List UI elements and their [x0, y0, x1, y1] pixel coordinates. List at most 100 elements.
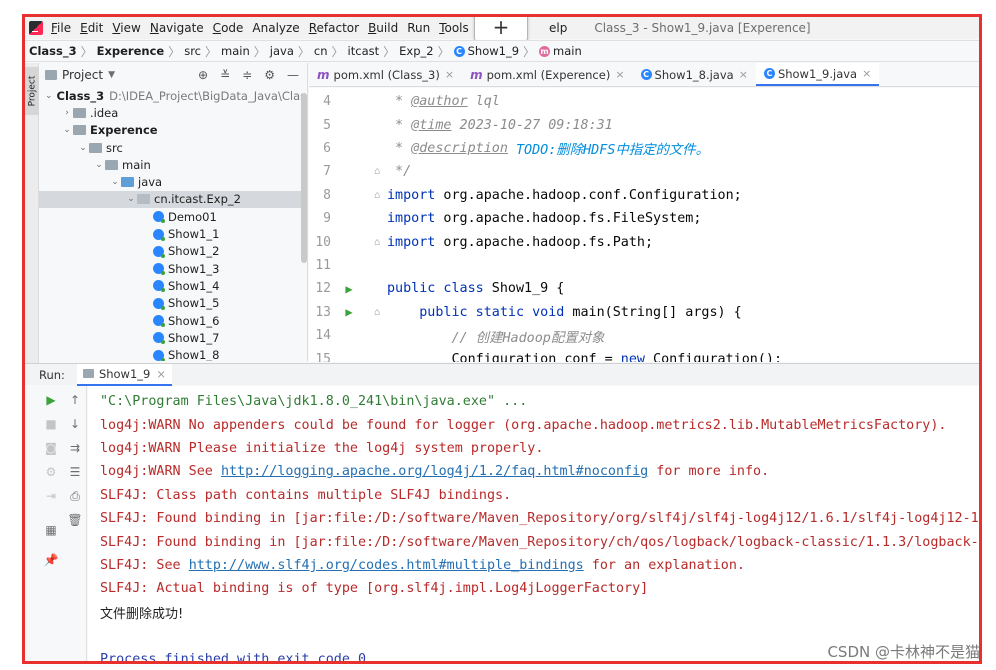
- editor-tab[interactable]: m pom.xml (Experence) ×: [462, 63, 632, 86]
- tree-item[interactable]: Show1_1: [39, 225, 307, 242]
- menu-item[interactable]: Build: [368, 21, 398, 35]
- tree-item[interactable]: Show1_6: [39, 312, 307, 329]
- line-number: 6: [323, 140, 331, 156]
- login-icon[interactable]: ⇥: [43, 488, 59, 504]
- console-text: SLF4J: Found binding in [jar:file:/D:/so…: [100, 534, 979, 550]
- chevron-down-icon[interactable]: ⌄: [93, 160, 105, 170]
- fold-icon[interactable]: ⌂: [367, 190, 387, 201]
- tree-item[interactable]: Demo01: [39, 208, 307, 225]
- arrow-down-icon[interactable]: ↓: [67, 416, 83, 432]
- tree-item[interactable]: ⌄ Class_3 D:\IDEA_Project\BigData_Java\Cla…: [39, 87, 307, 104]
- chevron-down-icon[interactable]: ⌄: [109, 177, 121, 187]
- menu-item[interactable]: Code: [213, 21, 244, 35]
- tree-item[interactable]: Show1_7: [39, 329, 307, 346]
- run-gutter-icon[interactable]: ▶: [331, 305, 367, 319]
- locate-target-icon[interactable]: ⊕: [198, 68, 208, 82]
- console-line: SLF4J: Found binding in [jar:file:/D:/so…: [100, 507, 979, 530]
- code-editor[interactable]: 4 * @author lql 5 * @time 2023-10-27 09:1…: [309, 88, 979, 362]
- menu-item[interactable]: Edit: [80, 21, 103, 35]
- run-tab-label: Show1_9: [98, 366, 151, 381]
- tree-item[interactable]: Show1_4: [39, 277, 307, 294]
- chevron-right-icon[interactable]: ›: [61, 108, 73, 118]
- trash-icon[interactable]: 🗑: [67, 512, 83, 528]
- breadcrumb-item[interactable]: Exp_2: [399, 44, 433, 58]
- editor-tab[interactable]: m pom.xml (Class_3) ×: [309, 63, 462, 86]
- project-panel-title[interactable]: Project: [62, 68, 103, 82]
- close-icon[interactable]: ×: [445, 68, 454, 81]
- tree-item[interactable]: › .idea: [39, 104, 307, 121]
- chevron-down-icon[interactable]: ⌄: [61, 125, 73, 135]
- tree-item[interactable]: Show1_2: [39, 243, 307, 260]
- tree-item[interactable]: Show1_8: [39, 346, 307, 361]
- breadcrumb-item[interactable]: itcast: [348, 44, 380, 58]
- gear-icon[interactable]: ⚙: [264, 68, 275, 82]
- tree-item[interactable]: ⌄ Experence: [39, 122, 307, 139]
- fold-icon[interactable]: ⌂: [367, 166, 387, 177]
- maven-icon: m: [317, 67, 330, 82]
- run-tab-show1-9[interactable]: Show1_9 ×: [76, 363, 172, 386]
- close-icon[interactable]: ×: [156, 367, 166, 381]
- breadcrumb-item[interactable]: src: [184, 44, 201, 58]
- soft-wrap-icon[interactable]: ⇉: [67, 440, 83, 456]
- close-icon[interactable]: ×: [862, 67, 871, 80]
- menu-item[interactable]: Run: [407, 21, 430, 35]
- menu-item[interactable]: Analyze: [252, 21, 299, 35]
- new-tab-button[interactable]: +: [474, 17, 528, 42]
- tree-item[interactable]: Show1_3: [39, 260, 307, 277]
- fold-icon[interactable]: ⌂: [367, 307, 387, 318]
- menu-item[interactable]: Tools: [439, 21, 469, 35]
- code-token: Configuration();: [644, 351, 783, 362]
- console-text: "C:\Program Files\Java\jdk1.8.0_241\bin\…: [100, 394, 528, 410]
- editor-tab[interactable]: C Show1_8.java ×: [633, 63, 756, 86]
- expand-all-icon[interactable]: ≚: [220, 68, 230, 82]
- pin-icon[interactable]: 📌: [43, 552, 59, 568]
- console-link[interactable]: http://logging.apache.org/log4j/1.2/faq.…: [221, 464, 648, 479]
- chevron-down-icon[interactable]: ⌄: [45, 91, 53, 101]
- scroll-to-end-icon[interactable]: ☰: [67, 464, 83, 480]
- menu-item[interactable]: View: [112, 21, 140, 35]
- settings-icon[interactable]: ⚙: [43, 464, 59, 480]
- breadcrumb-item[interactable]: Class_3: [29, 44, 77, 58]
- breadcrumb-item[interactable]: cn: [314, 44, 328, 58]
- tree-item[interactable]: ⌄ main: [39, 156, 307, 173]
- chevron-down-icon[interactable]: ⌄: [125, 194, 137, 204]
- tree-item[interactable]: ⌄ cn.itcast.Exp_2: [39, 190, 307, 209]
- menu-help-fragment[interactable]: elp: [549, 21, 567, 35]
- menu-item[interactable]: File: [51, 21, 71, 35]
- project-tool-window-button[interactable]: Project: [25, 67, 39, 115]
- layout-icon[interactable]: ▦: [43, 522, 59, 538]
- close-icon[interactable]: ×: [615, 68, 624, 81]
- editor-tab-label: Show1_9.java: [777, 66, 858, 81]
- fold-icon[interactable]: ⌂: [367, 237, 387, 248]
- menu-item[interactable]: Navigate: [150, 21, 204, 35]
- tree-item[interactable]: ⌄ src: [39, 139, 307, 156]
- camera-icon[interactable]: ◙: [43, 440, 59, 456]
- project-tree-scrollbar[interactable]: [301, 93, 307, 263]
- line-number: 7: [323, 164, 331, 180]
- line-number: 10: [315, 234, 331, 250]
- tree-item[interactable]: ⌄ java: [39, 173, 307, 190]
- breadcrumb-item[interactable]: java: [270, 44, 294, 58]
- arrow-up-icon[interactable]: ↑: [67, 392, 83, 408]
- breadcrumb-label: src: [184, 44, 202, 58]
- menu-item[interactable]: Refactor: [309, 21, 359, 35]
- print-icon[interactable]: ⎙: [67, 488, 83, 504]
- breadcrumb-item[interactable]: m main: [539, 44, 582, 58]
- hide-panel-icon[interactable]: —: [287, 68, 299, 82]
- close-icon[interactable]: ×: [739, 68, 748, 81]
- console-link[interactable]: http://www.slf4j.org/codes.html#multiple…: [189, 558, 584, 573]
- run-tool-window-header: Run: Show1_9 ×: [25, 363, 979, 386]
- chevron-down-icon[interactable]: ⌄: [77, 143, 89, 153]
- breadcrumb-item[interactable]: main: [221, 44, 250, 58]
- breadcrumb-item[interactable]: C Show1_9: [453, 44, 519, 58]
- console-output[interactable]: "C:\Program Files\Java\jdk1.8.0_241\bin\…: [88, 386, 979, 661]
- editor-tab[interactable]: C Show1_9.java ×: [755, 63, 880, 86]
- rerun-icon[interactable]: ▶: [43, 392, 59, 408]
- run-gutter-icon[interactable]: ▶: [331, 282, 367, 296]
- code-token: TODO:删除HDFS中指定的文件。: [507, 143, 710, 159]
- breadcrumb-item[interactable]: Experence: [97, 44, 165, 58]
- collapse-all-icon[interactable]: ≑: [242, 68, 252, 82]
- chevron-down-icon[interactable]: ▼: [108, 70, 115, 80]
- tree-item[interactable]: Show1_5: [39, 295, 307, 312]
- stop-icon[interactable]: ■: [43, 416, 59, 432]
